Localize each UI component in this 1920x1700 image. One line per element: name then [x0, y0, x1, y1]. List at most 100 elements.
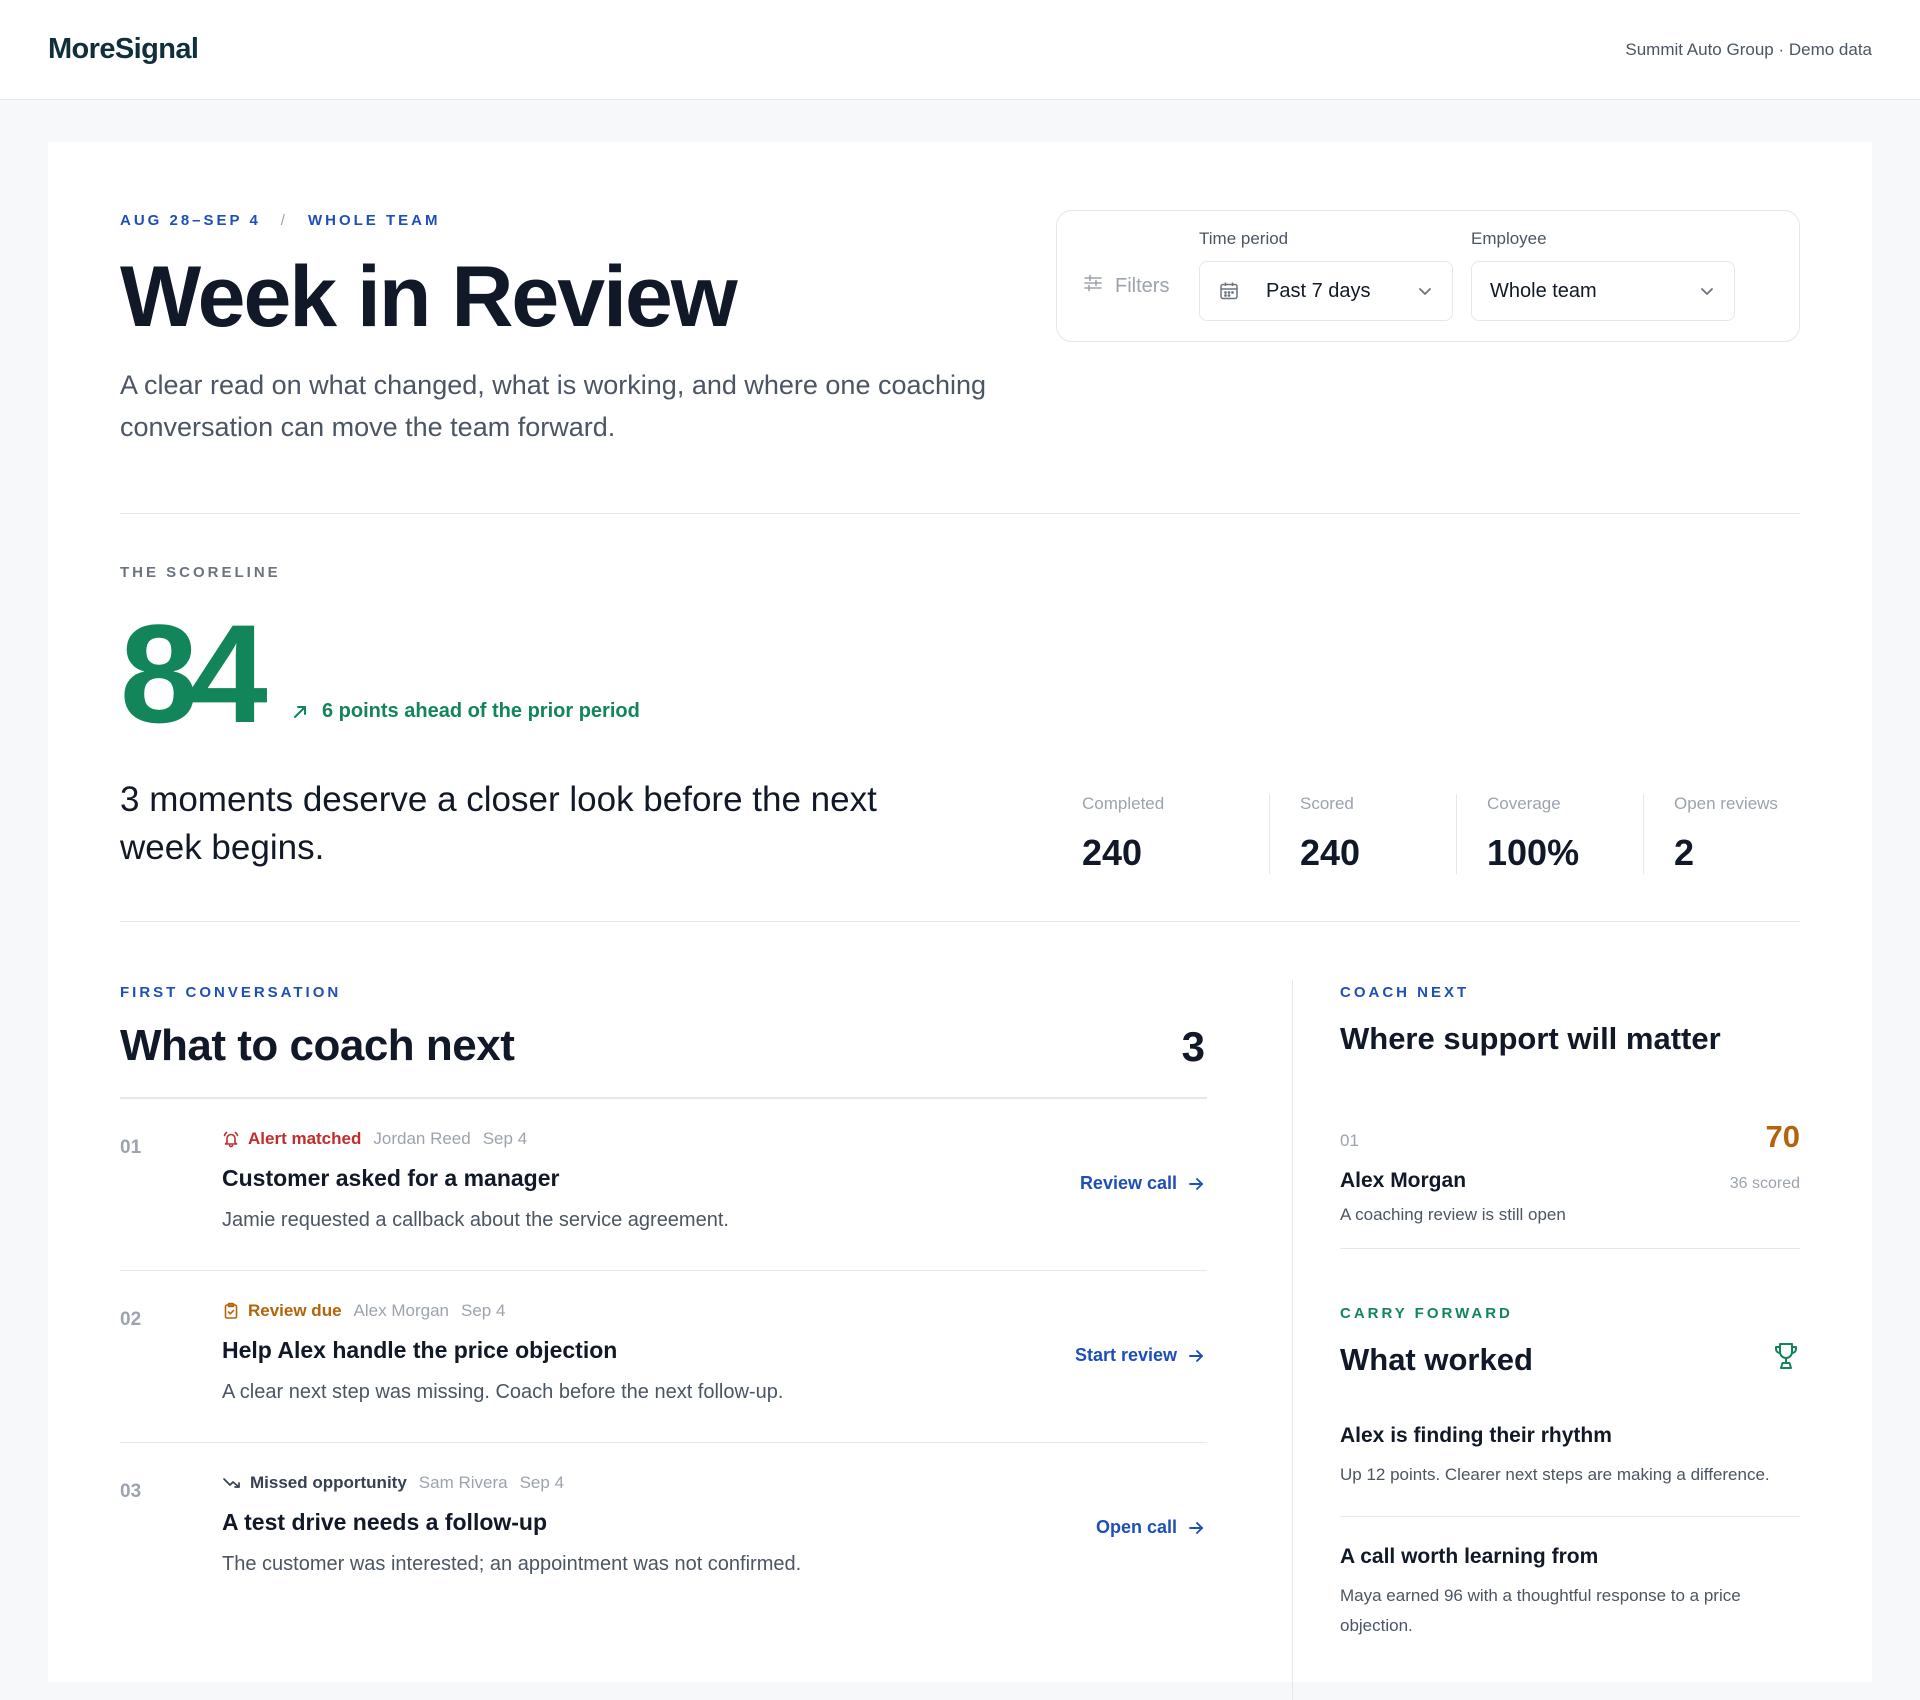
item-meta: Missed opportunity Sam Rivera Sep 4 [222, 1473, 564, 1493]
item-date: Sep 4 [482, 1129, 528, 1148]
arrow-up-right-icon [292, 704, 308, 720]
calendar-icon [1218, 280, 1240, 302]
stat-label: Completed [1082, 794, 1165, 813]
win-title: Alex is finding their rhythm [1340, 1424, 1612, 1447]
stat-label: Open reviews [1674, 794, 1778, 813]
item-description: Jamie requested a callback about the ser… [222, 1209, 729, 1231]
list-item: 01 Alert matched Jordan Reed Sep 4 Custo… [120, 1099, 1207, 1271]
tag-label: Alert matched [248, 1129, 362, 1148]
stat-label: Scored [1300, 794, 1354, 813]
carry-forward-eyebrow: CARRY FORWARD [1340, 1305, 1513, 1322]
divider [120, 513, 1800, 514]
review-card: AUG 28–SEP 4 / WHOLE TEAM Week in Review… [48, 142, 1872, 1700]
list-item: 02 Review due Alex Morgan Sep 4 Help Ale… [120, 1271, 1207, 1443]
person-score: 70 [1765, 1119, 1800, 1154]
item-meta: Review due Alex Morgan Sep 4 [222, 1301, 505, 1321]
column-divider [1292, 980, 1293, 1700]
bell-icon [222, 1130, 240, 1148]
tag-label: Missed opportunity [250, 1473, 407, 1492]
person-name: Alex Morgan [1340, 1169, 1467, 1192]
stats-row: Completed 240 Scored 240 Coverage 100% O… [1082, 794, 1830, 874]
item-meta: Alert matched Jordan Reed Sep 4 [222, 1129, 527, 1149]
person-scored-count: 36 scored [1729, 1175, 1800, 1192]
item-description: The customer was interested; an appointm… [222, 1553, 802, 1575]
filters-panel: Filters Time period Past 7 days Employee… [1056, 210, 1800, 342]
carry-forward-title: What worked [1340, 1342, 1533, 1377]
coach-list-eyebrow: FIRST CONVERSATION [120, 984, 342, 1001]
review-due-tag: Review due [222, 1301, 342, 1321]
stat-completed: Completed 240 [1082, 794, 1269, 874]
breadcrumb: AUG 28–SEP 4 / WHOLE TEAM [120, 212, 440, 229]
time-period-group: Time period Past 7 days [1199, 229, 1453, 321]
page-title: Week in Review [120, 249, 738, 345]
chevron-down-icon [1698, 282, 1716, 300]
action-label: Start review [1074, 1345, 1177, 1365]
time-period-value: Past 7 days [1266, 279, 1371, 302]
item-person: Jordan Reed [373, 1129, 471, 1148]
top-bar: MoreSignal Summit Auto Group · Demo data [0, 0, 1920, 100]
scoreline-eyebrow: THE SCORELINE [120, 564, 281, 581]
list-item: 03 Missed opportunity Sam Rivera Sep 4 A… [120, 1443, 1207, 1615]
employee-select[interactable]: Whole team [1471, 261, 1735, 321]
stat-value: 2 [1674, 832, 1695, 873]
win-description: Maya earned 96 with a thoughtful respons… [1340, 1586, 1741, 1635]
coach-list-header: What to coach next 3 [120, 1021, 1207, 1099]
employee-caption: Employee [1471, 229, 1547, 248]
item-number: 03 [120, 1481, 142, 1502]
review-call-link[interactable]: Review call [1080, 1173, 1205, 1194]
item-title: Customer asked for a manager [222, 1165, 560, 1191]
arrow-right-icon [1187, 1175, 1205, 1193]
coach-list-section: FIRST CONVERSATION What to coach next 3 … [120, 984, 1207, 1615]
team-score: 84 [120, 595, 268, 752]
sliders-icon [1083, 273, 1103, 299]
item-number: 01 [120, 1137, 142, 1158]
filters-label: Filters [1115, 274, 1170, 297]
stat-scored: Scored 240 [1269, 794, 1456, 874]
person-card[interactable]: 01 70 Alex Morgan 36 scored A coaching r… [1340, 1009, 1800, 1249]
start-review-link[interactable]: Start review [1075, 1345, 1205, 1366]
score-delta: 6 points ahead of the prior period [292, 700, 640, 723]
win-description: Up 12 points. Clearer next steps are mak… [1340, 1465, 1770, 1484]
action-label: Review call [1079, 1173, 1177, 1193]
person-note: A coaching review is still open [1340, 1205, 1566, 1224]
tag-label: Review due [248, 1301, 342, 1320]
coach-next-section: COACH NEXT Where support will matter 01 … [1340, 984, 1800, 1667]
open-call-link[interactable]: Open call [1096, 1517, 1205, 1538]
action-label: Open call [1095, 1517, 1177, 1537]
item-person: Sam Rivera [418, 1473, 508, 1492]
divider [120, 921, 1800, 922]
item-number: 02 [120, 1309, 142, 1330]
moments-summary: 3 moments deserve a closer look before t… [120, 780, 877, 867]
item-title: Help Alex handle the price objection [222, 1337, 618, 1363]
item-title: A test drive needs a follow-up [222, 1509, 548, 1535]
item-person: Alex Morgan [353, 1301, 449, 1320]
missed-opportunity-tag: Missed opportunity [222, 1473, 407, 1493]
employee-group: Employee Whole team [1471, 229, 1735, 321]
win-title: A call worth learning from [1340, 1545, 1599, 1568]
person-rank: 01 [1340, 1131, 1359, 1150]
trophy-icon [1772, 1341, 1800, 1376]
item-date: Sep 4 [519, 1473, 565, 1492]
logo[interactable]: MoreSignal [48, 33, 199, 66]
stat-value: 100% [1487, 832, 1580, 873]
win-item: Alex is finding their rhythm Up 12 point… [1340, 1378, 1800, 1517]
coach-list-title: What to coach next [120, 1021, 515, 1070]
page-subtitle: A clear read on what changed, what is wo… [120, 370, 987, 442]
stat-value: 240 [1300, 832, 1361, 873]
clipboard-check-icon [222, 1302, 240, 1320]
employee-value: Whole team [1490, 279, 1597, 302]
breadcrumb-separator: / [280, 212, 288, 229]
scope-label: WHOLE TEAM [307, 212, 441, 229]
coach-list-count: 3 [1181, 1023, 1205, 1070]
carry-forward-section: CARRY FORWARD What worked Alex is findin… [1340, 1305, 1800, 1667]
trend-down-icon [222, 1474, 242, 1492]
stat-label: Coverage [1487, 794, 1561, 813]
chevron-down-icon [1416, 282, 1434, 300]
item-description: A clear next step was missing. Coach bef… [222, 1381, 784, 1403]
stat-coverage: Coverage 100% [1456, 794, 1643, 874]
time-period-select[interactable]: Past 7 days [1199, 261, 1453, 321]
stat-value: 240 [1082, 832, 1143, 873]
filters-button[interactable]: Filters [1083, 273, 1169, 299]
time-period-caption: Time period [1199, 229, 1289, 248]
coach-next-eyebrow: COACH NEXT [1340, 984, 1470, 1001]
